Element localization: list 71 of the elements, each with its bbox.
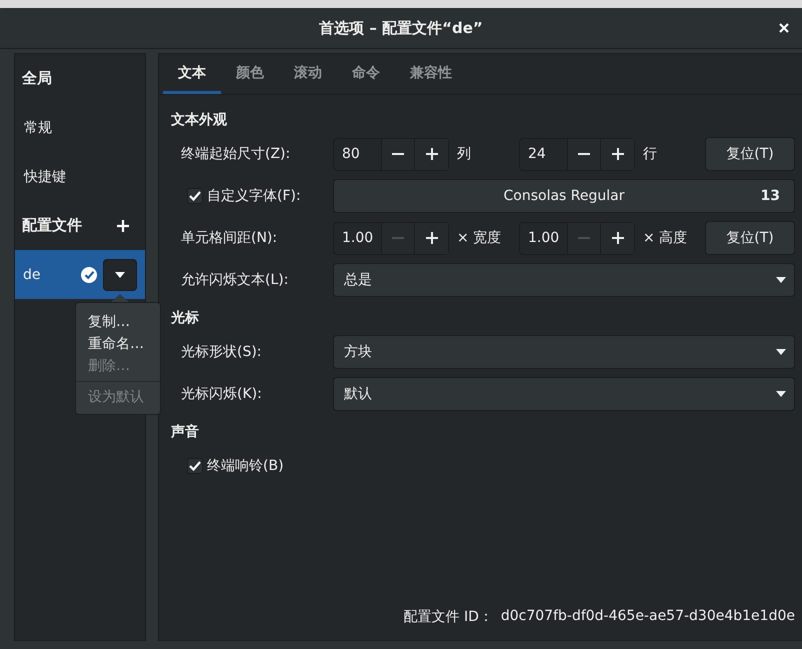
plus-icon	[117, 220, 129, 232]
plus-icon	[612, 232, 624, 244]
menu-item[interactable]: 重命名…	[76, 333, 160, 355]
window-title: 首选项 – 配置文件“de”	[319, 18, 483, 38]
section-heading: 全局	[22, 69, 52, 88]
dropdown[interactable]: 方块	[333, 335, 795, 369]
increment-button[interactable]	[414, 138, 448, 170]
plus-icon	[426, 232, 438, 244]
field-label: 光标形状(S):	[180, 343, 263, 361]
increment-button[interactable]	[600, 222, 634, 254]
minus-icon	[578, 237, 590, 239]
minus-icon	[392, 237, 404, 239]
sidebar-item[interactable]: 快捷键	[15, 152, 145, 201]
font-button[interactable]: Consolas Regular 13	[333, 179, 795, 213]
tab[interactable]: 命令	[337, 54, 395, 94]
spin-value: 80	[341, 145, 361, 164]
close-icon	[778, 22, 790, 34]
unit-label: × 高度	[642, 229, 688, 247]
unit-label: 列	[456, 145, 472, 163]
increment-button[interactable]	[414, 222, 448, 254]
increment-button[interactable]	[600, 138, 634, 170]
caret-icon	[776, 349, 786, 355]
spin-value: 1.00	[527, 229, 560, 248]
profile-id: d0c707fb-df0d-465e-ae57-d30e4b1e1d0e	[500, 608, 795, 626]
spin-field[interactable]: 1.00	[519, 222, 635, 254]
minus-icon	[578, 153, 590, 155]
tab[interactable]: 文本	[163, 54, 221, 94]
tab[interactable]: 兼容性	[395, 54, 467, 94]
sidebar-item[interactable]: 常规	[15, 103, 145, 152]
section-heading: 声音	[171, 422, 200, 442]
checkbox[interactable]	[187, 188, 203, 204]
spin-field[interactable]: 24	[519, 138, 635, 170]
tab[interactable]: 颜色	[221, 54, 279, 94]
checkbox-label: 自定义字体(F):	[207, 187, 301, 205]
dropdown[interactable]: 默认	[333, 377, 795, 411]
dropdown-value: 默认	[344, 385, 372, 403]
profile-item[interactable]: de	[15, 250, 145, 299]
menu-item[interactable]: 复制…	[76, 311, 160, 333]
dropdown-value: 总是	[344, 271, 372, 289]
reset-button[interactable]: 复位(T)	[705, 137, 795, 171]
dropdown-value: 方块	[344, 343, 372, 361]
unit-label: 行	[642, 145, 658, 163]
tab[interactable]: 滚动	[279, 54, 337, 94]
minus-icon	[392, 153, 404, 155]
field-label: 单元格间距(N):	[180, 229, 278, 247]
caret-icon	[776, 391, 786, 397]
profile-id-label: 配置文件 ID：	[404, 608, 493, 626]
section-heading: 光标	[171, 309, 200, 328]
menu-button[interactable]	[103, 258, 137, 290]
spin-field[interactable]: 1.00	[333, 222, 449, 254]
section-heading: 配置文件	[22, 216, 82, 235]
checkbox[interactable]	[187, 458, 203, 474]
field-label: 允许闪烁文本(L):	[180, 271, 290, 289]
reset-button[interactable]: 复位(T)	[705, 221, 795, 255]
font-size: 13	[760, 188, 780, 204]
section-heading: 文本外观	[171, 111, 228, 130]
field-label: 光标闪烁(K):	[180, 385, 263, 403]
spin-field[interactable]: 80	[333, 138, 449, 170]
add-button[interactable]	[117, 220, 129, 232]
unit-label: × 宽度	[456, 229, 502, 247]
plus-icon	[426, 148, 438, 160]
caret-icon	[115, 272, 125, 278]
checkbox-label: 终端响铃(B)	[207, 457, 284, 475]
font-name: Consolas Regular	[504, 188, 624, 204]
field-label: 终端起始尺寸(Z):	[180, 145, 292, 163]
caret-icon	[776, 277, 786, 283]
plus-icon	[612, 148, 624, 160]
spin-value: 1.00	[341, 229, 374, 248]
spin-value: 24	[527, 145, 547, 164]
dropdown[interactable]: 总是	[333, 263, 795, 297]
profile-name: de	[23, 266, 42, 282]
